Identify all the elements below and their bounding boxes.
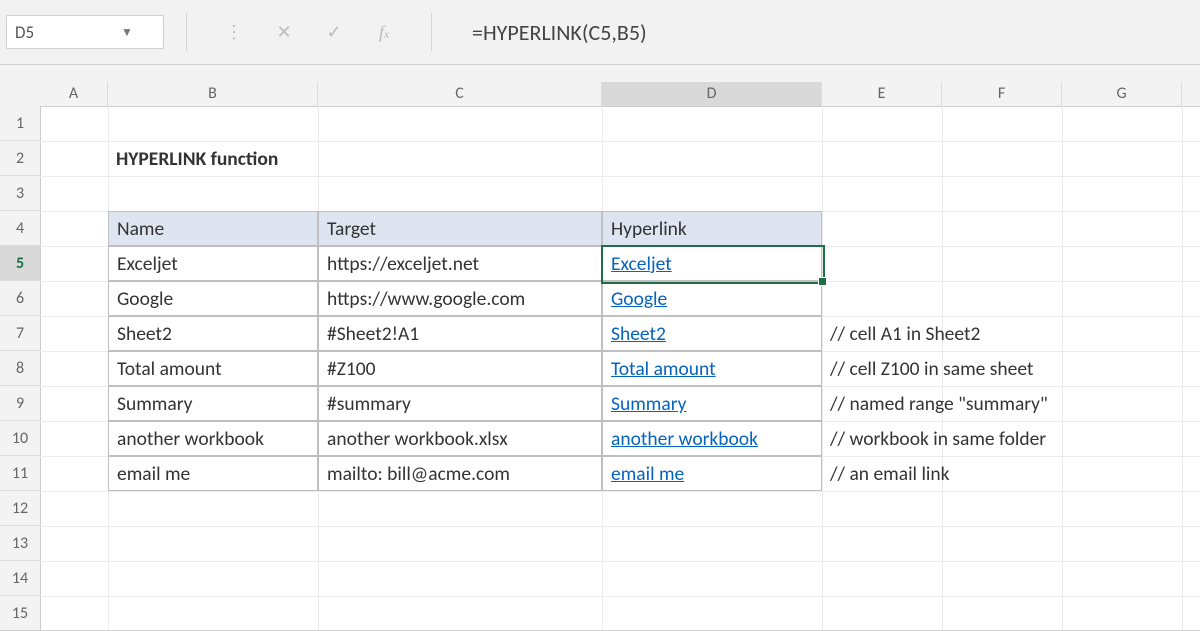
row-header-15[interactable]: 15: [0, 596, 40, 631]
hyperlink-cell[interactable]: another workbook: [602, 421, 822, 456]
cell-name: Sheet2: [108, 316, 318, 351]
row-header-4[interactable]: 4: [0, 211, 40, 246]
row-header-12[interactable]: 12: [0, 491, 40, 526]
cell-target: another workbook.xlsx: [318, 421, 602, 456]
divider: [431, 13, 432, 51]
cell-comment: // cell A1 in Sheet2: [822, 316, 1200, 351]
formula-bar: D5 ▼ ⋮ ✕ ✓ fx =HYPERLINK(C5,B5): [0, 0, 1200, 65]
cell-name: Total amount: [108, 351, 318, 386]
column-headers: ABCDEFGH: [0, 82, 1200, 107]
hyperlink-cell[interactable]: Google: [602, 281, 822, 316]
chevron-down-icon[interactable]: ▼: [121, 25, 133, 40]
hyperlink-cell[interactable]: email me: [602, 456, 822, 491]
col-header-H[interactable]: H: [1182, 82, 1200, 106]
cell-target: https://www.google.com: [318, 281, 602, 316]
divider: [186, 13, 187, 51]
cell-target: #Sheet2!A1: [318, 316, 602, 351]
row-header-2[interactable]: 2: [0, 141, 40, 176]
cancel-icon[interactable]: ✕: [273, 21, 295, 43]
dots-icon[interactable]: ⋮: [223, 21, 245, 43]
row-header-9[interactable]: 9: [0, 386, 40, 421]
formula-input[interactable]: =HYPERLINK(C5,B5): [472, 19, 1194, 46]
cell-name: another workbook: [108, 421, 318, 456]
cells-area[interactable]: HYPERLINK functionNameTargetHyperlinkExc…: [40, 106, 1200, 630]
cell-target: https://exceljet.net: [318, 246, 602, 281]
name-box-value: D5: [15, 22, 115, 43]
hyperlink-cell[interactable]: Summary: [602, 386, 822, 421]
table-header-hyperlink: Hyperlink: [602, 211, 822, 246]
cell-name: email me: [108, 456, 318, 491]
cell-comment: // workbook in same folder: [822, 421, 1200, 456]
col-header-C[interactable]: C: [318, 82, 602, 106]
row-headers: 123456789101112131415: [0, 106, 41, 630]
row-header-5[interactable]: 5: [0, 246, 40, 281]
row-header-13[interactable]: 13: [0, 526, 40, 561]
cell-comment: // cell Z100 in same sheet: [822, 351, 1200, 386]
cell-comment: // named range "summary": [822, 386, 1200, 421]
row-header-10[interactable]: 10: [0, 421, 40, 456]
cell-comment: // an email link: [822, 456, 1200, 491]
name-box[interactable]: D5 ▼: [6, 15, 164, 49]
cell-target: mailto: bill@acme.com: [318, 456, 602, 491]
col-header-A[interactable]: A: [40, 82, 108, 106]
cell-name: Exceljet: [108, 246, 318, 281]
col-header-D[interactable]: D: [602, 82, 822, 106]
row-header-14[interactable]: 14: [0, 561, 40, 596]
col-header-G[interactable]: G: [1062, 82, 1182, 106]
hyperlink-cell[interactable]: Exceljet: [602, 246, 822, 281]
cell-target: #summary: [318, 386, 602, 421]
hyperlink-cell[interactable]: Total amount: [602, 351, 822, 386]
cell-target: #Z100: [318, 351, 602, 386]
fx-icon[interactable]: fx: [373, 22, 395, 43]
col-header-F[interactable]: F: [942, 82, 1062, 106]
row-header-7[interactable]: 7: [0, 316, 40, 351]
cell-name: Summary: [108, 386, 318, 421]
table-header-name: Name: [108, 211, 318, 246]
col-header-B[interactable]: B: [108, 82, 318, 106]
row-header-6[interactable]: 6: [0, 281, 40, 316]
table-header-target: Target: [318, 211, 602, 246]
hyperlink-cell[interactable]: Sheet2: [602, 316, 822, 351]
spreadsheet-grid: ABCDEFGH 123456789101112131415 HYPERLINK…: [0, 82, 1200, 630]
page-title: HYPERLINK function: [108, 141, 608, 176]
row-header-1[interactable]: 1: [0, 106, 40, 141]
col-header-E[interactable]: E: [822, 82, 942, 106]
cell-name: Google: [108, 281, 318, 316]
row-header-3[interactable]: 3: [0, 176, 40, 211]
enter-icon[interactable]: ✓: [323, 21, 345, 43]
row-header-11[interactable]: 11: [0, 456, 40, 491]
row-header-8[interactable]: 8: [0, 351, 40, 386]
